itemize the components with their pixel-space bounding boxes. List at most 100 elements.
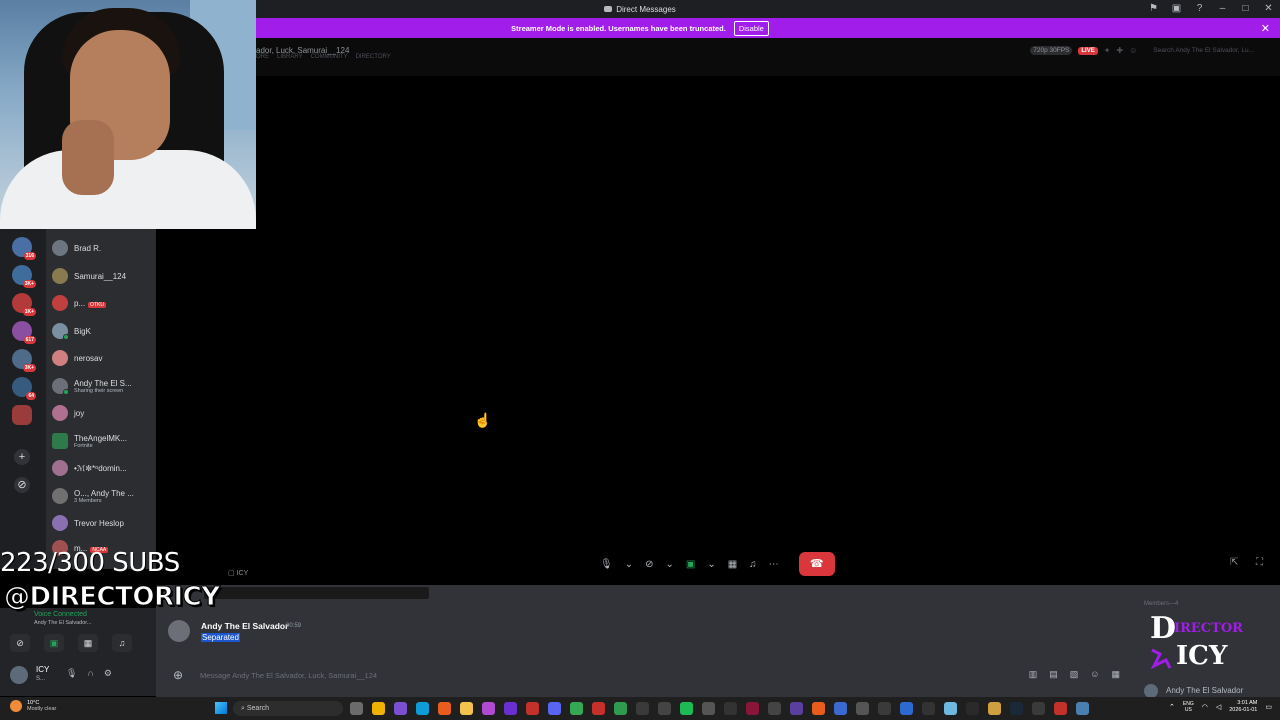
app-icon[interactable] xyxy=(614,702,627,715)
app-icon[interactable] xyxy=(1032,702,1045,715)
app-icon[interactable] xyxy=(790,702,803,715)
app-icon[interactable] xyxy=(1076,702,1089,715)
minimize-icon[interactable]: – xyxy=(1217,3,1228,14)
dm-item[interactable]: •ℳ✼*ᵒdomin... xyxy=(52,457,156,479)
soundboard-icon[interactable]: ♫ xyxy=(749,559,757,570)
notifications-icon[interactable]: ▭ xyxy=(1265,703,1272,711)
gear-icon[interactable]: ⚙ xyxy=(104,668,112,679)
member-name[interactable]: Andy The El Salvador xyxy=(1166,686,1243,695)
server-icon[interactable] xyxy=(12,405,32,425)
app-icon[interactable] xyxy=(526,702,539,715)
file-explorer-icon[interactable] xyxy=(460,702,473,715)
screen-share-icon[interactable]: ▣ xyxy=(686,559,695,570)
avatar[interactable] xyxy=(10,666,28,684)
camera-off-icon[interactable]: ⊘ xyxy=(645,559,653,570)
firefox-icon[interactable] xyxy=(438,702,451,715)
help-icon[interactable]: ? xyxy=(1194,3,1205,14)
gif-icon[interactable]: ▤ xyxy=(1049,669,1058,680)
weather-widget[interactable]: 10°C Mostly clear xyxy=(10,700,56,712)
app-icon[interactable] xyxy=(944,702,957,715)
server-icon[interactable]: 3K+ xyxy=(12,265,36,288)
app-icon[interactable] xyxy=(1054,702,1067,715)
tray-chevron-icon[interactable]: ⌃ xyxy=(1169,703,1175,711)
activities-icon[interactable]: ▦ xyxy=(728,559,737,570)
gift-icon[interactable]: ▥ xyxy=(1029,669,1038,680)
flag-icon[interactable]: ⚑ xyxy=(1148,3,1159,14)
taskbar-search[interactable]: ⌕ Search xyxy=(233,701,343,716)
microphone-icon[interactable]: 🎙 xyxy=(600,559,613,570)
explore-icon[interactable]: ⊘ xyxy=(14,477,30,493)
dm-item[interactable]: Trevor Heslop xyxy=(52,512,156,534)
dm-item[interactable]: Samurai__124 xyxy=(52,265,156,287)
popout-icon[interactable]: ⇱ xyxy=(1230,557,1238,568)
app-icon[interactable] xyxy=(878,702,891,715)
fullscreen-icon[interactable]: ⛶ xyxy=(1256,557,1263,568)
app-icon[interactable] xyxy=(372,702,385,715)
volume-icon[interactable]: ◁ xyxy=(1216,703,1221,711)
activities-icon[interactable]: ▦ xyxy=(78,634,98,652)
server-icon[interactable]: 64 xyxy=(12,377,36,400)
task-view-icon[interactable] xyxy=(350,702,363,715)
add-friend-icon[interactable]: ✚ xyxy=(1116,46,1123,55)
discord-taskbar-icon[interactable] xyxy=(548,702,561,715)
app-icon[interactable] xyxy=(988,702,1001,715)
steam-icon[interactable] xyxy=(1010,702,1023,715)
app-icon[interactable] xyxy=(636,702,649,715)
chevron-down-icon[interactable]: ⌄ xyxy=(707,559,715,570)
soundboard-icon[interactable]: ♫ xyxy=(112,634,132,652)
chevron-down-icon[interactable]: ⌄ xyxy=(665,559,673,570)
screen-share-icon[interactable]: ▣ xyxy=(44,634,64,652)
stream-thumbnail[interactable] xyxy=(204,587,429,599)
member-avatar[interactable] xyxy=(1144,684,1158,698)
dm-item[interactable]: p... OTKU xyxy=(52,292,156,314)
headphones-icon[interactable]: ∩ xyxy=(87,668,93,679)
app-icon[interactable] xyxy=(812,702,825,715)
message-composer[interactable]: ⊕ Message Andy The El Salvador, Luck, Sa… xyxy=(168,665,1128,685)
server-icon[interactable]: 617 xyxy=(12,321,36,344)
dm-item[interactable]: BigK xyxy=(52,320,156,342)
voice-channel[interactable]: Andy The El Salvador... xyxy=(34,620,91,626)
message-input[interactable]: Message Andy The El Salvador, Luck, Samu… xyxy=(200,671,377,680)
app-icon[interactable] xyxy=(702,702,715,715)
close-icon[interactable]: ✕ xyxy=(1263,3,1274,14)
edge-icon[interactable] xyxy=(416,702,429,715)
disconnect-button[interactable]: ☎ xyxy=(798,552,835,576)
inbox-icon[interactable]: ▣ xyxy=(1171,3,1182,14)
banner-close-icon[interactable]: ✕ xyxy=(1261,22,1270,35)
app-icon[interactable] xyxy=(746,702,759,715)
chevron-down-icon[interactable]: ⌄ xyxy=(625,559,633,570)
message-author[interactable]: Andy The El Salvador xyxy=(201,621,288,631)
chrome-icon[interactable] xyxy=(570,702,583,715)
sticker-icon[interactable]: ▧ xyxy=(1070,669,1079,680)
add-server-icon[interactable]: + xyxy=(14,449,30,465)
dm-item[interactable]: TheAngelMK... Fortnite xyxy=(52,430,156,452)
app-icon[interactable] xyxy=(482,702,495,715)
maximize-icon[interactable]: □ xyxy=(1240,3,1251,14)
message-avatar[interactable] xyxy=(168,620,190,642)
app-icon[interactable] xyxy=(922,702,935,715)
app-icon[interactable] xyxy=(834,702,847,715)
app-icon[interactable] xyxy=(592,702,605,715)
app-icon[interactable] xyxy=(724,702,737,715)
app-icon[interactable] xyxy=(504,702,517,715)
more-icon[interactable]: ⋯ xyxy=(769,559,779,570)
dm-item[interactable]: joy xyxy=(52,402,156,424)
app-icon[interactable] xyxy=(966,702,979,715)
disable-streamer-mode-button[interactable]: Disable xyxy=(733,20,769,36)
apps-icon[interactable]: ▦ xyxy=(1111,669,1120,680)
app-icon[interactable] xyxy=(856,702,869,715)
windows-start-icon[interactable] xyxy=(215,702,227,714)
microphone-icon[interactable]: 🎙 xyxy=(66,668,77,679)
server-icon[interactable]: 3K+ xyxy=(12,349,36,372)
language-indicator[interactable]: ENG US xyxy=(1183,701,1194,713)
app-icon[interactable] xyxy=(900,702,913,715)
server-icon[interactable]: 1K+ xyxy=(12,293,36,316)
members-icon[interactable]: ☺ xyxy=(1129,46,1137,55)
spotify-icon[interactable] xyxy=(680,702,693,715)
app-icon[interactable] xyxy=(768,702,781,715)
wifi-icon[interactable]: ◠ xyxy=(1202,703,1208,711)
user-name[interactable]: ICY xyxy=(36,665,49,674)
dm-item[interactable]: Brad R. xyxy=(52,237,156,259)
dm-item[interactable]: nerosav xyxy=(52,347,156,369)
app-icon[interactable] xyxy=(658,702,671,715)
